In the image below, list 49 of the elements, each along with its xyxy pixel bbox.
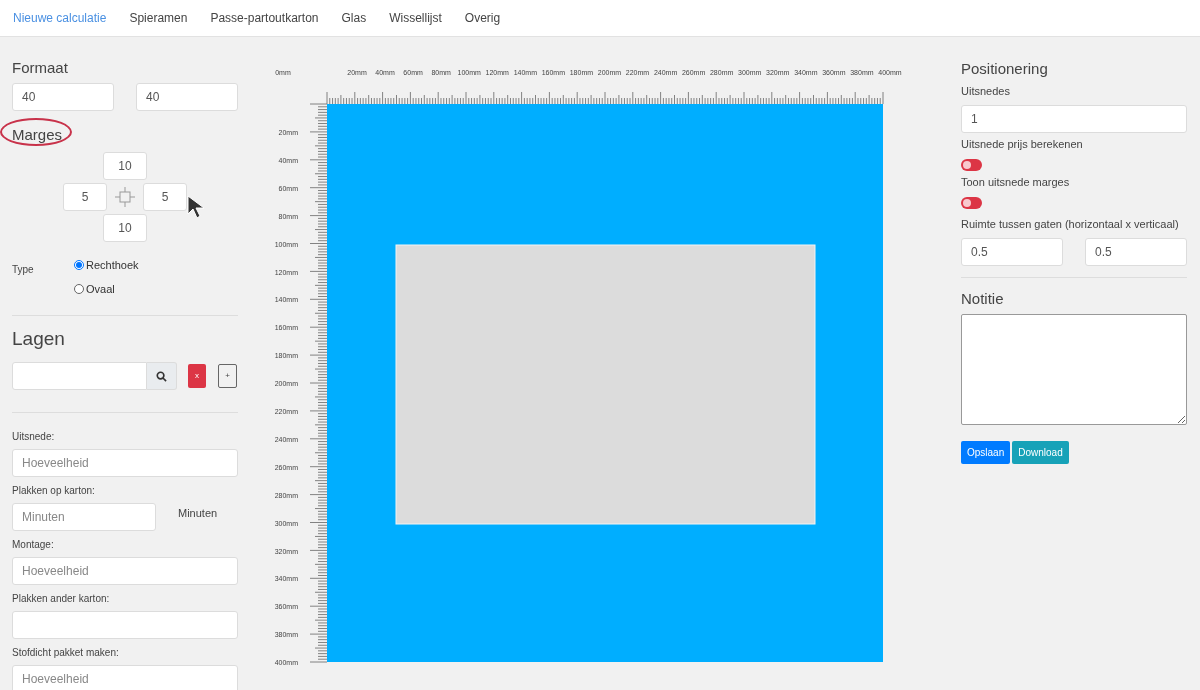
input-field[interactable]: Hoeveelheid [12,557,238,585]
toggle-label: Toon uitsnede marges [961,175,1071,189]
input-field[interactable]: 5 [63,183,107,211]
input-field[interactable]: 0.5 [961,238,1063,266]
radio-label: Rechthoek [86,258,139,273]
input-field[interactable]: 5 [143,183,187,211]
toggle-label: Uitsnede prijs berekenen [961,137,1084,151]
nav-tab[interactable]: Overig [464,9,501,27]
field-label: Ruimte tussen gaten (horizontaal x verticaal) [961,217,1180,231]
save-button[interactable]: Opslaan [961,441,1011,464]
unit-label: Minuten [178,505,218,521]
toggle-switch[interactable] [961,159,982,171]
field-label: Montage: [12,539,55,551]
section-heading: Notitie [961,290,1005,308]
crosshair-square-icon [115,187,135,207]
radio-label: Ovaal [86,281,115,297]
field-label: Plakken ander karton: [12,593,111,605]
section-heading: Lagen [12,328,66,350]
radio-button[interactable] [74,260,84,271]
input-field[interactable]: Minuten [12,503,156,531]
nav-tab[interactable]: Passe-partoutkarton [210,9,319,27]
radio-button[interactable] [74,283,84,294]
nav-tab[interactable]: Wissellijst [389,9,442,27]
nav-tab[interactable]: Spieramen [129,9,188,27]
section-heading: Formaat [12,59,69,77]
field-label: Stofdicht pakket maken: [12,647,120,659]
input-field[interactable] [12,611,238,639]
field-label: Uitsnede: [12,431,56,443]
search-field[interactable] [12,362,147,390]
search-button[interactable] [147,362,177,390]
field-label: Type [12,263,35,277]
input-field[interactable]: 40 [12,83,114,111]
field-label: Uitsnedes [961,84,1011,98]
section-heading: Positionering [961,60,1049,78]
add-button[interactable]: + [218,364,237,388]
input-field[interactable]: Hoeveelheid [12,665,238,690]
search-icon [156,370,167,382]
input-field[interactable]: 10 [103,214,147,242]
nav-tab[interactable]: Glas [341,9,367,27]
input-field[interactable]: 10 [103,152,147,180]
input-field[interactable]: 40 [136,83,238,111]
note-textarea[interactable] [961,314,1187,425]
input-field[interactable]: 1 [961,105,1187,133]
section-heading: Marges [12,126,63,143]
input-field[interactable]: Hoeveelheid [12,449,238,477]
input-field[interactable]: 0.5 [1085,238,1187,266]
remove-button[interactable]: x [188,364,206,388]
toggle-switch[interactable] [961,197,982,209]
field-label: Plakken op karton: [12,485,96,497]
